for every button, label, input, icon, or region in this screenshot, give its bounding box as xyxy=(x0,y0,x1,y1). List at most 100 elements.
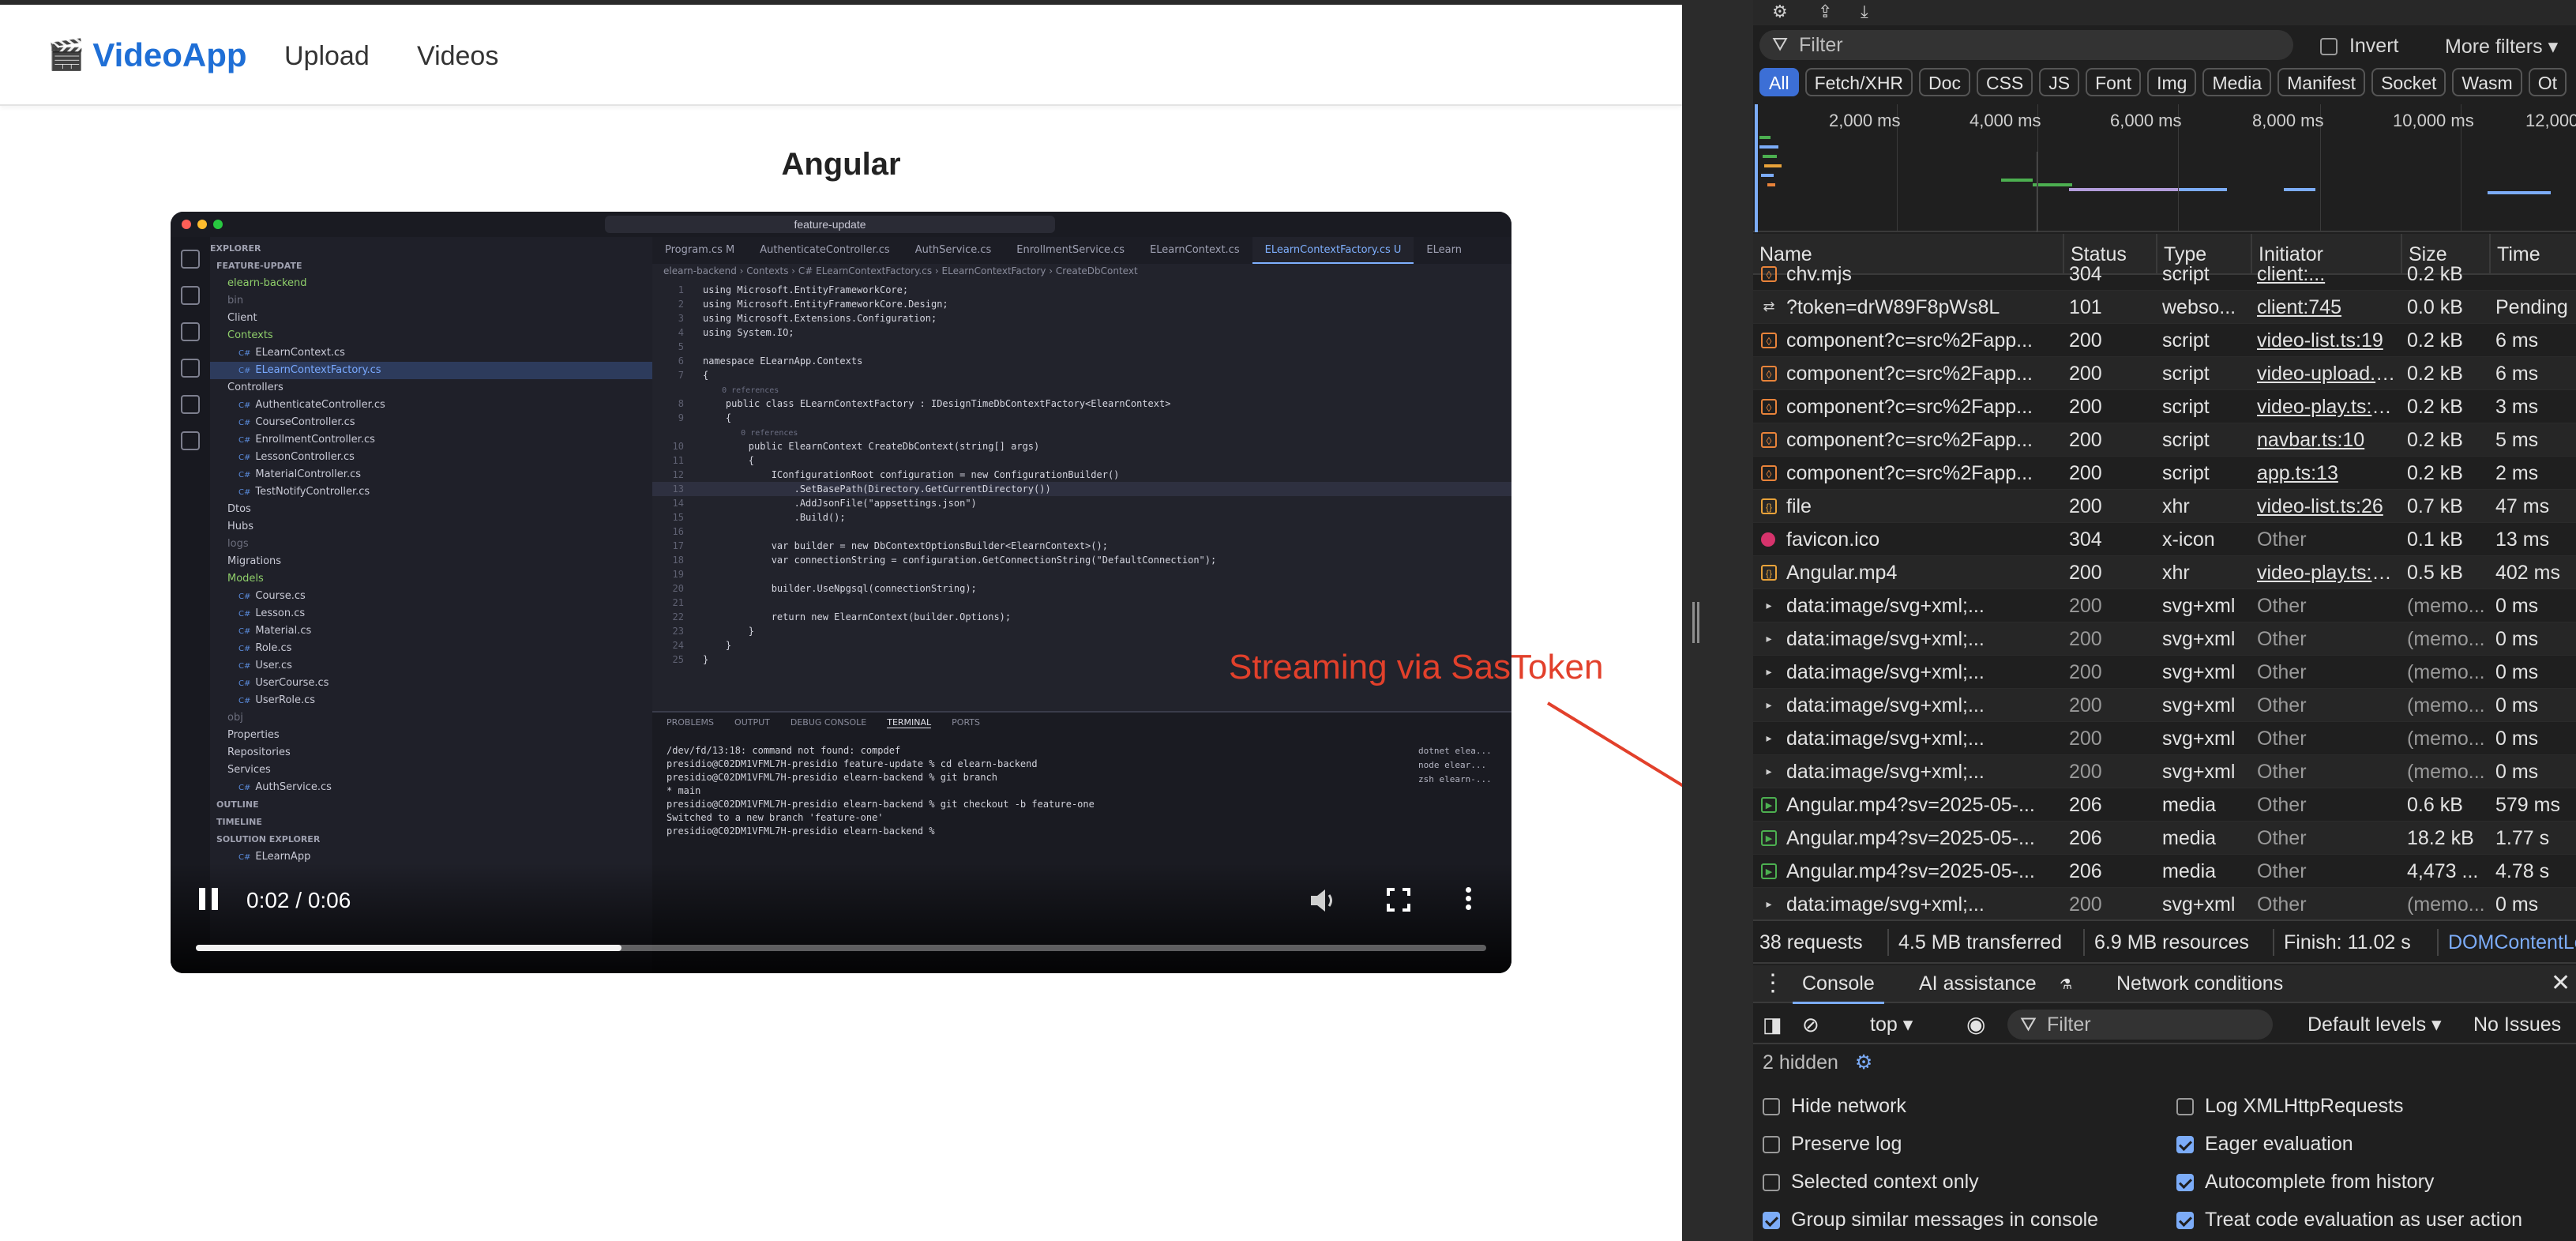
settings-filter-icon[interactable]: ⚙ xyxy=(1772,2,1788,22)
setting-preserve-log[interactable]: Preserve log xyxy=(1763,1133,1902,1156)
tab-network-conditions[interactable]: Network conditions xyxy=(2116,965,2283,1002)
tab-ai-assistance[interactable]: AI assistance xyxy=(1919,965,2037,1002)
request-name[interactable]: component?c=src%2Fapp... xyxy=(1780,357,2063,390)
table-row[interactable]: ◊ component?c=src%2Fapp... 200 script video-… xyxy=(1753,390,2576,423)
fullscreen-button[interactable] xyxy=(1387,888,1410,912)
request-initiator[interactable]: client:745 xyxy=(2251,291,2401,324)
table-row[interactable]: ◊ component?c=src%2Fapp... 200 script video-… xyxy=(1753,324,2576,357)
table-row[interactable]: ⇄ ?token=drW89F8pWs8L 101 webso... client:74… xyxy=(1753,291,2576,324)
pause-button[interactable] xyxy=(199,888,223,913)
request-name[interactable]: data:image/svg+xml;... xyxy=(1780,755,2063,788)
request-name[interactable]: ?token=drW89F8pWs8L xyxy=(1780,291,2063,324)
request-name[interactable]: favicon.ico xyxy=(1780,523,2063,556)
setting-selected-context-only[interactable]: Selected context only xyxy=(1763,1171,1979,1194)
type-filter-css[interactable]: CSS xyxy=(1976,68,2033,96)
table-row[interactable]: ◊ component?c=src%2Fapp... 200 script navbar… xyxy=(1753,423,2576,457)
request-name[interactable]: Angular.mp4?sv=2025-05-... xyxy=(1780,788,2063,822)
table-row[interactable]: ▸ data:image/svg+xml;... 200 svg+xml Other (m… xyxy=(1753,656,2576,689)
request-name[interactable]: Angular.mp4?sv=2025-05-... xyxy=(1780,855,2063,888)
upload-icon[interactable]: ⇪ xyxy=(1818,2,1832,22)
nav-link-videos[interactable]: Videos xyxy=(417,41,498,72)
volume-button[interactable] xyxy=(1308,886,1339,915)
setting-group-similar-messages-in-console[interactable]: Group similar messages in console xyxy=(1763,1209,2098,1232)
request-name[interactable]: chv.mjs xyxy=(1780,258,2063,291)
setting-treat-code-evaluation-as-user-action[interactable]: Treat code evaluation as user action xyxy=(2176,1209,2522,1232)
resize-handle[interactable] xyxy=(1692,602,1699,643)
table-row[interactable]: ▸ data:image/svg+xml;... 200 svg+xml Other (m… xyxy=(1753,622,2576,656)
table-row[interactable]: favicon.ico 304 x-icon Other 0.1 kB 13 ms xyxy=(1753,523,2576,556)
table-row[interactable]: ◊ component?c=src%2Fapp... 200 script video-… xyxy=(1753,357,2576,390)
table-row[interactable]: ▶ Angular.mp4?sv=2025-05-... 206 media Other… xyxy=(1753,855,2576,888)
request-initiator[interactable]: app.ts:13 xyxy=(2251,457,2401,490)
type-filter-fetchxhr[interactable]: Fetch/XHR xyxy=(1804,68,1913,96)
type-filter-js[interactable]: JS xyxy=(2039,68,2080,96)
type-filter-manifest[interactable]: Manifest xyxy=(2277,68,2366,96)
type-filter-ot[interactable]: Ot xyxy=(2528,68,2567,96)
request-initiator[interactable]: video-play.ts:12... xyxy=(2251,390,2401,423)
table-row[interactable]: ▶ Angular.mp4?sv=2025-05-... 206 media Other… xyxy=(1753,822,2576,855)
setting-log-xmlhttprequests[interactable]: Log XMLHttpRequests xyxy=(2176,1095,2404,1118)
request-initiator[interactable]: video-play.ts:22... xyxy=(2251,556,2401,589)
context-selector[interactable]: top ▾ xyxy=(1870,1006,1913,1043)
table-row[interactable]: {} Angular.mp4 200 xhr video-play.ts:22... 0.… xyxy=(1753,556,2576,589)
request-name[interactable]: data:image/svg+xml;... xyxy=(1780,622,2063,656)
table-row[interactable]: ▸ data:image/svg+xml;... 200 svg+xml Other (m… xyxy=(1753,589,2576,622)
setting-autocomplete-from-history[interactable]: Autocomplete from history xyxy=(2176,1171,2434,1194)
request-name[interactable]: component?c=src%2Fapp... xyxy=(1780,423,2063,457)
video-player[interactable]: feature-update EXPLORER FEATURE-UPDATE ele… xyxy=(171,212,1511,973)
more-options-button[interactable] xyxy=(1463,885,1474,916)
nav-link-upload[interactable]: Upload xyxy=(284,41,370,72)
request-name[interactable]: component?c=src%2Fapp... xyxy=(1780,457,2063,490)
table-row[interactable]: ◊ chv.mjs 304 script client:... 0.2 kB xyxy=(1753,258,2576,291)
request-name[interactable]: component?c=src%2Fapp... xyxy=(1780,324,2063,357)
request-initiator[interactable]: client:... xyxy=(2251,258,2401,291)
request-name[interactable]: Angular.mp4?sv=2025-05-... xyxy=(1780,822,2063,855)
issues-button[interactable]: No Issues xyxy=(2473,1006,2561,1043)
request-name[interactable]: data:image/svg+xml;... xyxy=(1780,722,2063,755)
network-filter-input[interactable]: ⛛ Filter xyxy=(1759,30,2293,60)
table-row[interactable]: ▶ Angular.mp4?sv=2025-05-... 206 media Other… xyxy=(1753,788,2576,822)
table-row[interactable]: ▸ data:image/svg+xml;... 200 svg+xml Other (m… xyxy=(1753,689,2576,722)
log-levels-dropdown[interactable]: Default levels ▾ xyxy=(2308,1006,2442,1043)
request-name[interactable]: data:image/svg+xml;... xyxy=(1780,888,2063,919)
type-filter-doc[interactable]: Doc xyxy=(1919,68,1970,96)
network-overview-timeline[interactable]: 2,000 ms 4,000 ms 6,000 ms 8,000 ms 10,000 m… xyxy=(1753,104,2576,232)
request-name[interactable]: component?c=src%2Fapp... xyxy=(1780,390,2063,423)
sidebar-toggle-icon[interactable]: ◨ xyxy=(1763,1006,1782,1043)
table-row[interactable]: {} file 200 xhr video-list.ts:26 0.7 kB 47 ms xyxy=(1753,490,2576,523)
request-name[interactable]: data:image/svg+xml;... xyxy=(1780,689,2063,722)
close-icon[interactable]: ✕ xyxy=(2551,965,2570,1002)
request-initiator[interactable]: video-upload.ts:... xyxy=(2251,357,2401,390)
more-filters-dropdown[interactable]: More filters ▾ xyxy=(2445,35,2558,58)
brand-link[interactable]: 🎬 VideoApp xyxy=(47,36,247,74)
drawer-menu-icon[interactable]: ⋮ xyxy=(1761,965,1785,1002)
tab-console[interactable]: Console xyxy=(1793,965,1884,1004)
request-name[interactable]: data:image/svg+xml;... xyxy=(1780,589,2063,622)
type-filter-wasm[interactable]: Wasm xyxy=(2452,68,2522,96)
table-row[interactable]: ▸ data:image/svg+xml;... 200 svg+xml Other (m… xyxy=(1753,888,2576,919)
request-name[interactable]: file xyxy=(1780,490,2063,523)
table-row[interactable]: ▸ data:image/svg+xml;... 200 svg+xml Other (m… xyxy=(1753,755,2576,788)
invert-checkbox[interactable]: Invert xyxy=(2320,35,2398,58)
clear-console-icon[interactable]: ⊘ xyxy=(1802,1006,1819,1043)
table-row[interactable]: ◊ component?c=src%2Fapp... 200 script app.ts… xyxy=(1753,457,2576,490)
setting-hide-network[interactable]: Hide network xyxy=(1763,1095,1906,1118)
type-filter-all[interactable]: All xyxy=(1759,68,1799,96)
request-initiator[interactable]: navbar.ts:10 xyxy=(2251,423,2401,457)
request-initiator[interactable]: video-list.ts:26 xyxy=(2251,490,2401,523)
eye-icon[interactable]: ◉ xyxy=(1966,1006,1985,1043)
type-filter-media[interactable]: Media xyxy=(2202,68,2272,96)
download-icon[interactable]: ⤓ xyxy=(1861,2,1868,22)
request-initiator[interactable]: video-list.ts:19 xyxy=(2251,324,2401,357)
gear-icon[interactable]: ⚙ xyxy=(1855,1051,1872,1074)
request-name[interactable]: data:image/svg+xml;... xyxy=(1780,656,2063,689)
type-filter-font[interactable]: Font xyxy=(2086,68,2142,96)
csharp-file-icon: C# xyxy=(238,592,251,601)
type-filter-socket[interactable]: Socket xyxy=(2371,68,2446,96)
type-filter-img[interactable]: Img xyxy=(2147,68,2197,96)
table-row[interactable]: ▸ data:image/svg+xml;... 200 svg+xml Other (m… xyxy=(1753,722,2576,755)
setting-eager-evaluation[interactable]: Eager evaluation xyxy=(2176,1133,2353,1156)
video-progress-bar[interactable] xyxy=(196,945,1486,951)
request-name[interactable]: Angular.mp4 xyxy=(1780,556,2063,589)
console-filter-input[interactable]: ⛛ Filter xyxy=(2007,1010,2273,1040)
